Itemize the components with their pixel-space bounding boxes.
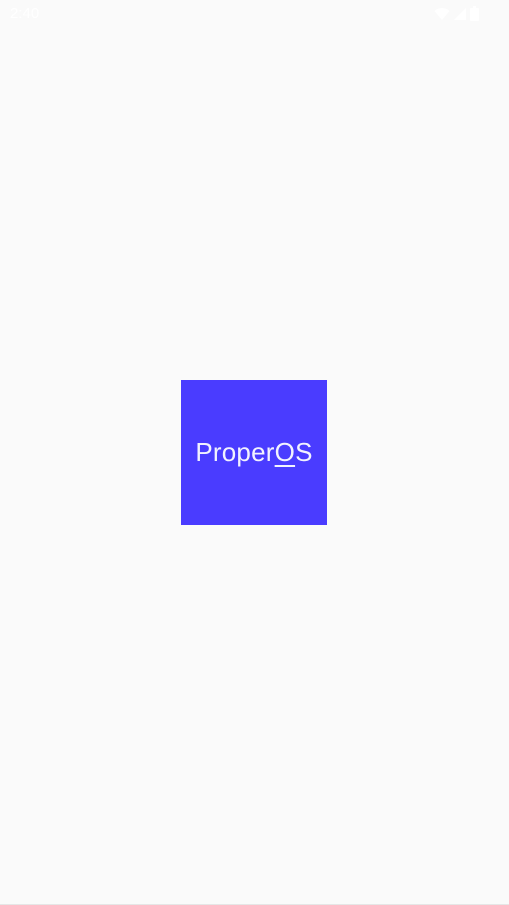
cell-signal-icon: [454, 7, 466, 20]
battery-icon: [470, 6, 479, 21]
status-bar: 2:40: [0, 0, 509, 28]
logo-wordmark: Proper O S: [195, 437, 312, 468]
status-icons: [434, 6, 479, 21]
wifi-icon: [434, 7, 450, 21]
app-logo: Proper O S: [181, 380, 327, 525]
logo-text-underlined: O: [274, 437, 296, 467]
logo-text-suffix: S: [295, 437, 313, 467]
status-time: 2:40: [10, 5, 40, 22]
logo-text-prefix: Proper: [195, 437, 275, 467]
splash-screen: 2:40 Proper O S: [0, 0, 509, 905]
